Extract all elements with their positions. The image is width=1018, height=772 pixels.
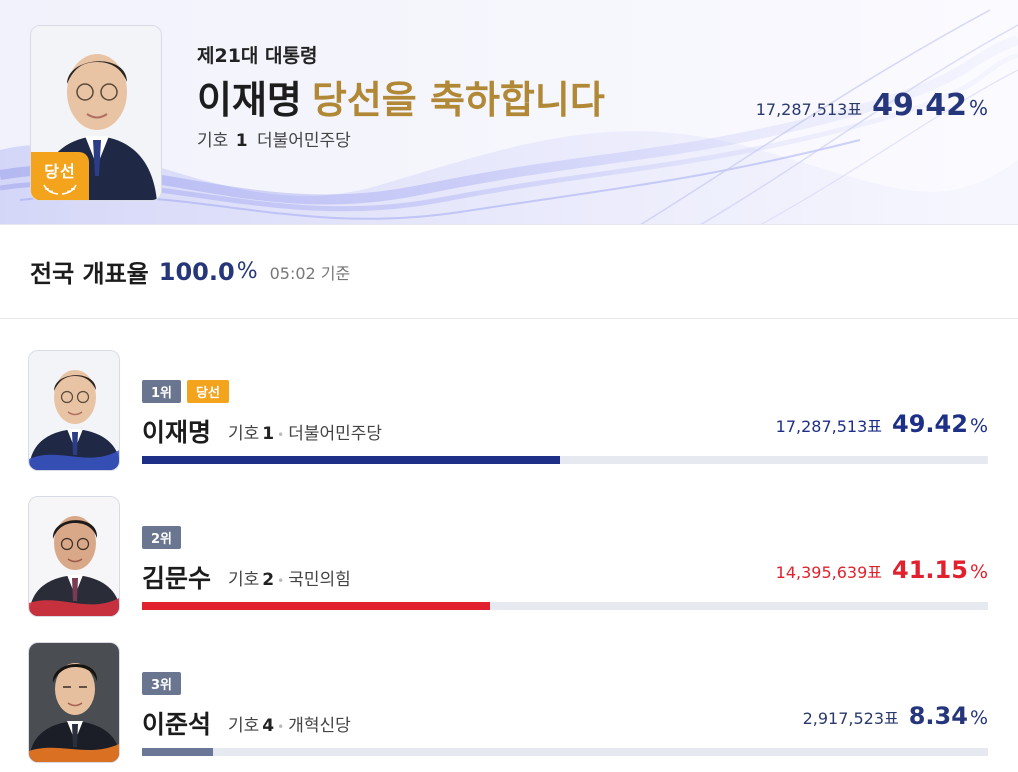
symbol-label: 기호 [228,424,260,444]
party-name: 더불어민주당 [288,424,383,444]
candidate-votes: 17,287,513표 49.42 % [776,410,988,438]
count-rate-unit: % [236,259,258,284]
symbol-label: 기호 [197,131,229,151]
elected-badge-label: 당선 [44,161,76,181]
winner-name: 이재명 [197,78,302,122]
candidate-name: 이준석 [142,710,212,739]
symbol-number: 1 [262,424,275,444]
count-rate-row: 전국 개표율 100.0 % 05:02 기준 [0,225,1018,319]
vote-share-fill [142,602,491,610]
separator-dot: • [277,428,285,442]
candidate-row-3[interactable]: 3위 이준석 기호 4 • 개혁신당 2,917,523표 8.34 % [0,642,1018,772]
rank-badge: 2위 [142,526,182,549]
vote-percent: 41.15 [892,556,968,584]
candidate-name: 이재명 [142,418,212,447]
candidate-row-1[interactable]: 1위 당선 이재명 기호 1 • 더불어민주당 17,287,513표 49.42 % [0,350,1018,480]
symbol-number: 4 [262,716,275,736]
vote-count: 17,287,513표 [755,100,863,119]
candidate-portrait [28,496,120,617]
vote-share-fill [142,748,213,756]
laurel-wreath-icon [43,184,77,195]
count-rate-value: 100.0 [158,257,235,286]
elected-badge: 당선 [187,380,229,403]
rank-badge: 3위 [142,672,182,695]
symbol-label: 기호 [228,570,260,590]
vote-share-bar [142,602,988,610]
candidate-votes: 14,395,639표 41.15 % [776,556,988,584]
rank-badge: 1위 [142,380,182,403]
candidate-meta: 기호 2 • 국민의힘 [228,565,351,590]
candidate-meta: 기호 1 • 더불어민주당 [228,419,382,444]
candidate-portrait [28,350,120,471]
vote-percent: 49.42 [892,410,968,438]
winner-banner: 당선 제21대 대통령 이재명 당선을 축하합니다 기호 1 더불어민주당 17,… [0,0,1018,225]
symbol-number: 1 [235,131,248,151]
vote-share-bar [142,456,988,464]
count-rate-label: 전국 개표율 [30,260,149,288]
count-rate-time: 05:02 기준 [269,263,351,283]
symbol-number: 2 [262,570,275,590]
congrats-text: 당선을 축하합니다 [311,78,605,122]
election-subtitle: 제21대 대통령 [197,45,318,67]
percent-unit: % [969,561,988,583]
percent-unit: % [969,707,988,729]
vote-share-fill [142,456,561,464]
candidate-tags: 3위 [142,672,182,695]
winner-meta: 기호 1 더불어민주당 [197,126,351,151]
percent-unit: % [969,415,988,437]
vote-count: 17,287,513표 [775,417,883,436]
congrats-heading: 이재명 당선을 축하합니다 [197,74,605,126]
candidate-tags: 2위 [142,526,182,549]
candidate-name: 김문수 [142,564,212,593]
elected-badge: 당선 [31,152,89,200]
candidate-tags: 1위 당선 [142,380,229,403]
candidate-row-2[interactable]: 2위 김문수 기호 2 • 국민의힘 14,395,639표 41.15 % [0,496,1018,626]
vote-count: 2,917,523표 [802,709,899,728]
percent-unit: % [968,96,988,120]
candidate-votes: 2,917,523표 8.34 % [803,702,988,730]
vote-count: 14,395,639표 [775,563,883,582]
vote-percent: 49.42 [872,88,967,123]
vote-share-bar [142,748,988,756]
winner-votes: 17,287,513표 49.42 % [756,88,988,123]
candidate-meta: 기호 4 • 개혁신당 [228,711,351,736]
party-name: 더불어민주당 [256,131,351,151]
party-name: 개혁신당 [288,716,351,736]
party-name: 국민의힘 [288,570,351,590]
vote-percent: 8.34 [908,702,968,730]
separator-dot: • [277,720,285,734]
winner-portrait: 당선 [30,25,162,201]
symbol-label: 기호 [228,716,260,736]
separator-dot: • [277,574,285,588]
candidate-portrait [28,642,120,763]
